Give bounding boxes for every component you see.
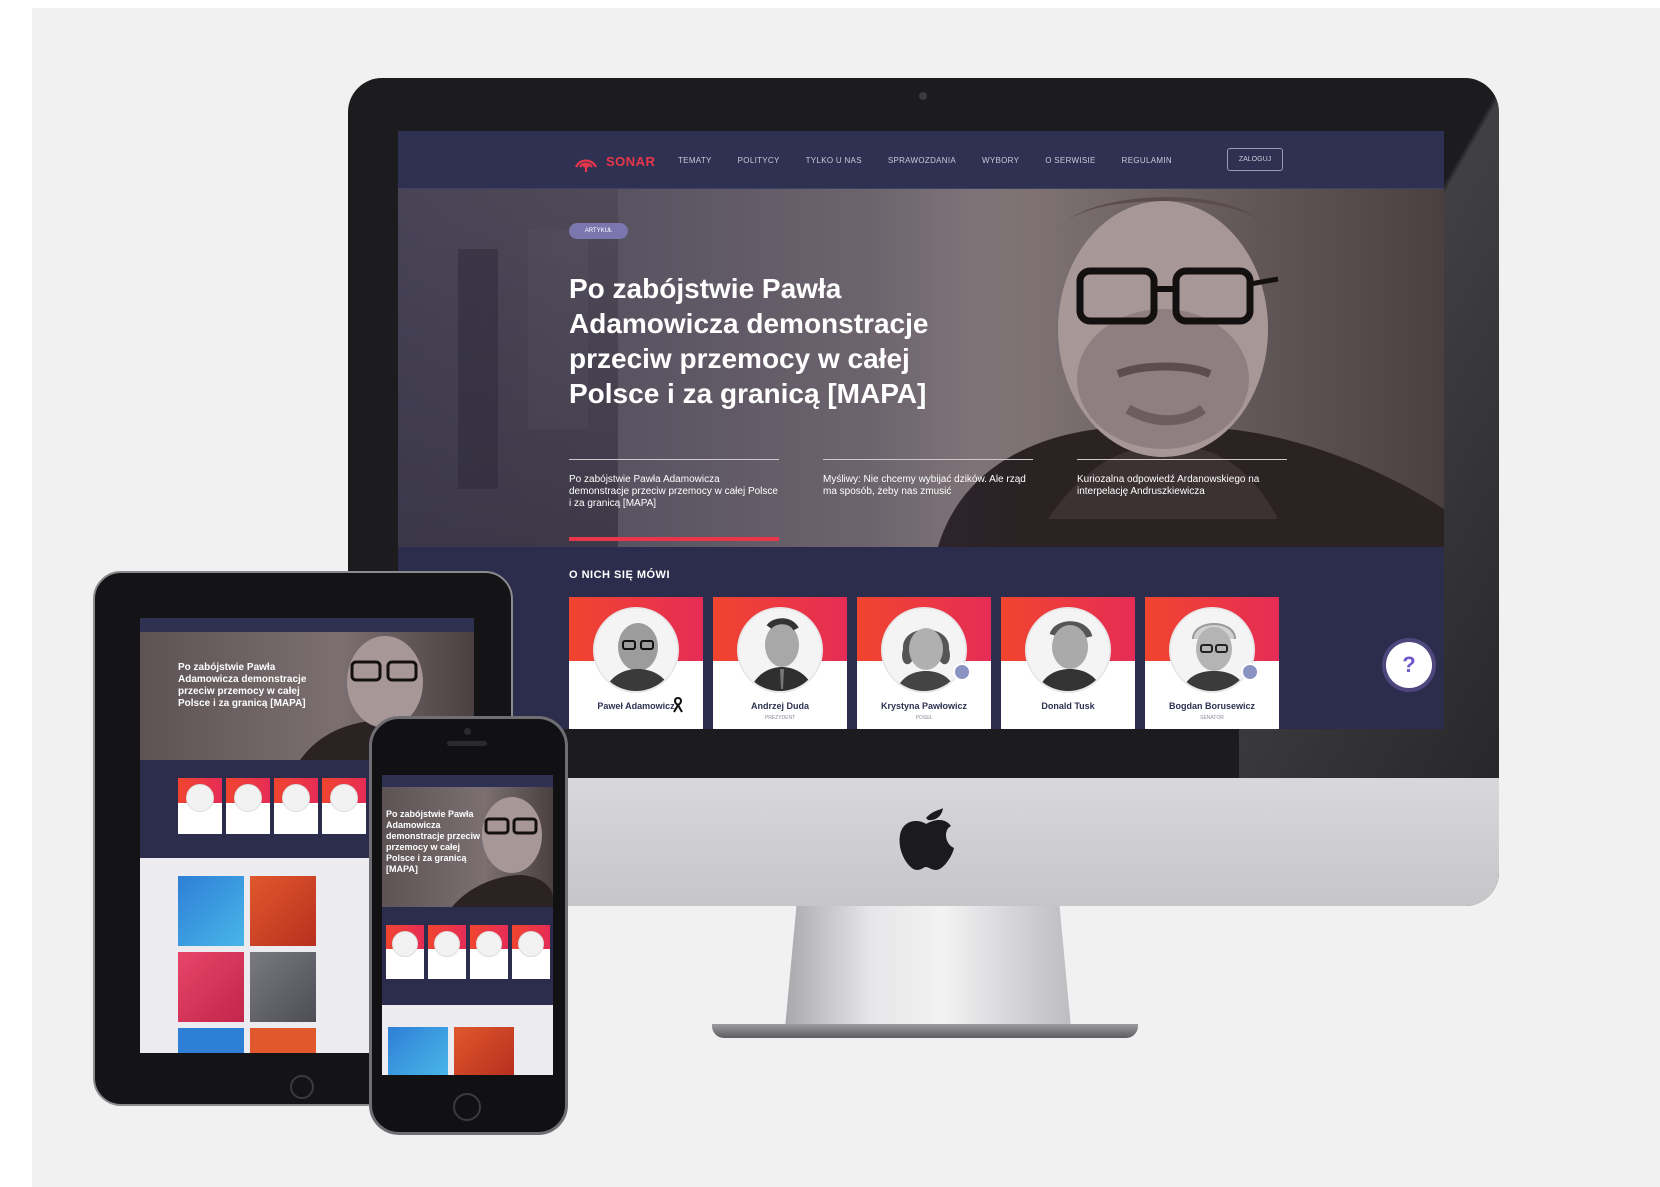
tablet-article-tile[interactable]	[178, 876, 244, 946]
hero-teasers: Po zabójstwie Pawła Adamowicza demonstra…	[569, 459, 1287, 543]
phone-person-card[interactable]	[386, 925, 424, 979]
iphone-home-button	[453, 1093, 481, 1121]
tablet-hero-title[interactable]: Po zabójstwie Pawła Adamowicza demonstra…	[178, 662, 308, 710]
person-name: Donald Tusk	[1041, 701, 1095, 711]
phone-header	[382, 775, 553, 787]
person-role: POSEŁ	[915, 715, 933, 721]
teaser-item[interactable]: Kuriozalna odpowiedź Ardanowskiego na in…	[1077, 459, 1287, 543]
person-name: Krystyna Pawłowicz	[880, 701, 968, 711]
person-card[interactable]: Paweł Adamowicz	[569, 597, 703, 729]
phone-screen: Po zabójstwie Pawła Adamowicza demonstra…	[382, 775, 553, 1075]
person-role: SENATOR	[1200, 715, 1224, 721]
phone-hero: Po zabójstwie Pawła Adamowicza demonstra…	[382, 787, 553, 907]
help-icon[interactable]: ?	[1386, 642, 1432, 688]
tablet-article-tile[interactable]	[250, 876, 316, 946]
nav-item-o-serwisie[interactable]: O SERWISIE	[1045, 156, 1095, 165]
people-section-title: O NICH SIĘ MÓWI	[569, 569, 670, 581]
nav-item-wybory[interactable]: WYBORY	[982, 156, 1019, 165]
black-ribbon-icon	[673, 697, 683, 713]
avatar	[737, 607, 823, 693]
article-badge: ARTYKUŁ	[569, 223, 628, 239]
tablet-person-card[interactable]	[274, 778, 318, 834]
iphone-speaker	[447, 741, 487, 746]
imac-camera	[919, 92, 927, 100]
person-name: Bogdan Borusewicz	[1168, 701, 1255, 711]
teaser-item[interactable]: Po zabójstwie Pawła Adamowicza demonstra…	[569, 459, 779, 543]
nav-item-regulamin[interactable]: REGULAMIN	[1122, 156, 1172, 165]
imac-stand-neck	[785, 906, 1071, 1028]
site-logo[interactable]: SONAR	[572, 149, 655, 173]
phone-person-card[interactable]	[470, 925, 508, 979]
phone-hero-title[interactable]: Po zabójstwie Pawła Adamowicza demonstra…	[386, 809, 486, 875]
teaser-item[interactable]: Myśliwy: Nie chcemy wybijać dzików. Ale …	[823, 459, 1033, 543]
phone-article-tile[interactable]	[388, 1027, 448, 1075]
phone-person-card[interactable]	[512, 925, 550, 979]
party-badge-icon	[1241, 663, 1259, 681]
tablet-article-tile[interactable]	[250, 952, 316, 1022]
tablet-article-tile[interactable]	[178, 952, 244, 1022]
nav-item-sprawozdania[interactable]: SPRAWOZDANIA	[888, 156, 956, 165]
desktop-screen: SONAR TEMATY POLITYCY TYLKO U NAS SPRAWO…	[398, 131, 1444, 729]
login-button[interactable]: ZALOGUJ	[1227, 148, 1283, 171]
tablet-article-tile[interactable]	[250, 1028, 316, 1053]
avatar	[593, 607, 679, 693]
brand-name: SONAR	[606, 153, 656, 169]
avatar	[1025, 607, 1111, 693]
tablet-person-card[interactable]	[178, 778, 222, 834]
apple-logo-icon	[899, 808, 954, 870]
iphone-camera	[464, 728, 471, 735]
phone-article-tile[interactable]	[454, 1027, 514, 1075]
person-card[interactable]: Andrzej Duda PREZYDENT	[713, 597, 847, 729]
tablet-person-card[interactable]	[226, 778, 270, 834]
ipad-home-button	[290, 1075, 314, 1099]
nav-item-tylko-u-nas[interactable]: TYLKO U NAS	[806, 156, 862, 165]
avatar	[1169, 607, 1255, 693]
nav-item-politycy[interactable]: POLITYCY	[738, 156, 780, 165]
person-card[interactable]: Bogdan Borusewicz SENATOR	[1145, 597, 1279, 729]
main-nav: TEMATY POLITYCY TYLKO U NAS SPRAWOZDANIA…	[678, 156, 1172, 165]
person-card[interactable]: Krystyna Pawłowicz POSEŁ	[857, 597, 991, 729]
tablet-person-card[interactable]	[322, 778, 366, 834]
sonar-logo-icon	[575, 159, 597, 172]
hero-title[interactable]: Po zabójstwie Pawła Adamowicza demonstra…	[569, 271, 929, 411]
nav-item-tematy[interactable]: TEMATY	[678, 156, 712, 165]
tablet-header	[140, 618, 474, 632]
party-badge-icon	[953, 663, 971, 681]
hero-section: ARTYKUŁ Po zabójstwie Pawła Adamowicza d…	[398, 189, 1444, 547]
imac-stand-foot	[712, 1024, 1138, 1038]
avatar	[881, 607, 967, 693]
person-name: Andrzej Duda	[750, 701, 809, 711]
phone-person-card[interactable]	[428, 925, 466, 979]
person-card[interactable]: Donald Tusk	[1001, 597, 1135, 729]
tablet-article-tile[interactable]	[178, 1028, 244, 1053]
people-cards: Paweł Adamowicz Andrzej Duda PREZYDENT K…	[569, 597, 1279, 729]
person-role: PREZYDENT	[764, 715, 796, 721]
site-header: SONAR TEMATY POLITYCY TYLKO U NAS SPRAWO…	[398, 131, 1444, 189]
